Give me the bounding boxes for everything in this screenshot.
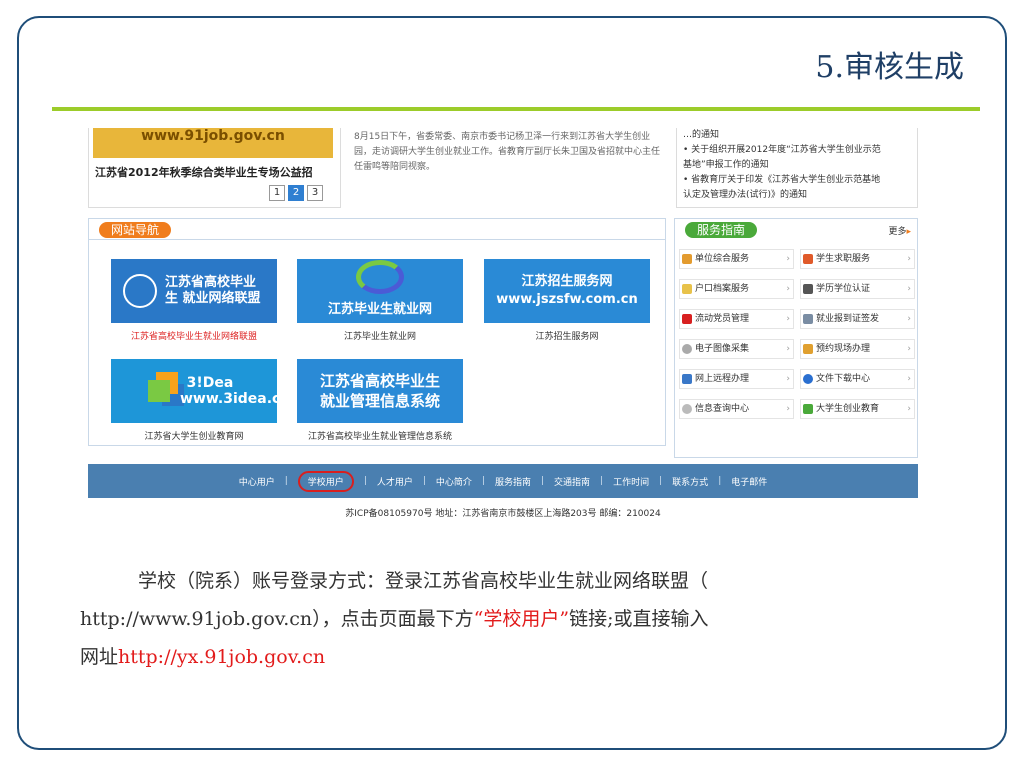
news-item[interactable]: …的通知 <box>683 128 911 143</box>
footer-link-contact[interactable]: 联系方式 <box>672 475 708 488</box>
title-divider <box>52 107 980 111</box>
site-logo: 江苏毕业生就业网 <box>297 259 463 323</box>
camera-icon <box>682 344 692 354</box>
site-link-employment-alliance[interactable]: 江苏省高校毕业生 就业网络联盟 江苏省高校毕业生就业网络联盟 <box>111 259 277 342</box>
instruction-line-2: http://www.91job.gov.cn），点击页面最下方 <box>80 608 474 630</box>
service-grid: 单位综合服务 › 学生求职服务 › 户口档案服务 › 学历学位认证 › 流动党员管理 › … <box>679 249 915 419</box>
pager-page-3[interactable]: 3 <box>307 185 323 201</box>
folder-icon <box>682 284 692 294</box>
home-icon <box>803 344 813 354</box>
service-panel-title: 服务指南 <box>685 222 758 238</box>
instruction-text: 学校（院系）账号登录方式：登录江苏省高校毕业生就业网络联盟（ http://ww… <box>80 562 960 676</box>
download-icon <box>803 374 813 384</box>
site-caption: 江苏毕业生就业网 <box>343 332 416 342</box>
direct-url[interactable]: http://yx.91job.gov.cn <box>118 646 325 668</box>
footer-link-traffic[interactable]: 交通指南 <box>554 475 590 488</box>
banner-card: www.91job.gov.cn 江苏省2012年秋季综合类毕业生专场公益招 1… <box>88 128 341 208</box>
site-caption: 江苏招生服务网 <box>535 332 599 342</box>
footer-link-email[interactable]: 电子邮件 <box>731 475 767 488</box>
more-link[interactable]: 更多▸ <box>888 224 911 237</box>
instruction-line-3: 网址 <box>80 646 119 668</box>
site-logo: 江苏省高校毕业生 就业网络联盟 <box>111 259 277 323</box>
banner-image[interactable]: www.91job.gov.cn <box>93 128 333 158</box>
service-item[interactable]: 单位综合服务 › <box>679 249 794 269</box>
cubes-icon <box>148 380 170 402</box>
slide-title: 5.审核生成 <box>815 50 964 85</box>
site-logo: 江苏省高校毕业生 就业管理信息系统 <box>297 359 463 423</box>
site-caption: 江苏省高校毕业生就业网络联盟 <box>130 332 257 342</box>
pager-page-1[interactable]: 1 <box>269 185 285 201</box>
news-item[interactable]: • 省教育厅关于印发《江苏省大学生创业示范基地 <box>683 173 911 188</box>
footer-link-center-user[interactable]: 中心用户 <box>239 475 275 488</box>
service-item[interactable]: 就业报到证签发 › <box>800 309 915 329</box>
service-item[interactable]: 学历学位认证 › <box>800 279 915 299</box>
service-guide-panel: 服务指南 更多▸ 单位综合服务 › 学生求职服务 › 户口档案服务 › 学历学位认证 ›… <box>674 218 918 458</box>
site-logo: 江苏招生服务网 www.jszsfw.com.cn <box>484 259 650 323</box>
news-summary: 8月15日下午，省委常委、南京市委书记杨卫泽一行来到江苏省大学生创业园，走访调研… <box>354 132 661 172</box>
emblem-icon <box>123 274 157 308</box>
document-icon <box>803 314 813 324</box>
site-link-employment-management[interactable]: 江苏省高校毕业生 就业管理信息系统 江苏省高校毕业生就业管理信息系统 <box>297 359 463 442</box>
service-item[interactable]: 网上远程办理 › <box>679 369 794 389</box>
footer-link-about[interactable]: 中心简介 <box>436 475 472 488</box>
site-logo: 3!Dea www.3idea.cn <box>111 359 290 423</box>
news-item[interactable]: 基地”申报工作的通知 <box>683 158 911 173</box>
person-icon <box>803 254 813 264</box>
nav-panel-title: 网站导航 <box>99 222 172 238</box>
certificate-icon <box>803 284 813 294</box>
magnifier-icon <box>682 404 692 414</box>
service-item[interactable]: 电子图像采集 › <box>679 339 794 359</box>
swirl-icon <box>356 260 404 294</box>
service-item[interactable]: 大学生创业教育 › <box>800 399 915 419</box>
footer-link-school-user[interactable]: 学校用户 <box>297 470 354 492</box>
site-link-entrepreneurship-edu[interactable]: 3!Dea www.3idea.cn 江苏省大学生创业教育网 <box>111 359 290 442</box>
site-caption: 江苏省大学生创业教育网 <box>144 432 244 442</box>
site-link-graduate-employment[interactable]: 江苏毕业生就业网 江苏毕业生就业网 <box>297 259 463 342</box>
party-emblem-icon <box>682 314 692 324</box>
school-user-highlight: “学校用户” <box>473 608 570 630</box>
arrow-right-icon: ▸ <box>906 227 911 237</box>
news-item[interactable]: 认定及管理办法(试行)》的通知 <box>683 188 911 203</box>
footer-copyright: 苏ICP备08105970号 地址：江苏省南京市鼓楼区上海路203号 邮编：21… <box>345 509 661 519</box>
footer-link-service-guide[interactable]: 服务指南 <box>495 475 531 488</box>
banner-caption[interactable]: 江苏省2012年秋季综合类毕业生专场公益招 <box>95 164 313 180</box>
banner-pager: 1 2 3 <box>269 185 323 201</box>
news-item[interactable]: • 关于组织开展2012年度“江苏省大学生创业示范 <box>683 143 911 158</box>
people-icon <box>682 254 692 264</box>
site-navigation-panel: 网站导航 江苏省高校毕业生 就业网络联盟 江苏省高校毕业生就业网络联盟 江苏毕业… <box>88 218 666 446</box>
service-item[interactable]: 流动党员管理 › <box>679 309 794 329</box>
service-item[interactable]: 信息查询中心 › <box>679 399 794 419</box>
nav-panel-header: 网站导航 <box>89 219 665 240</box>
monitor-icon <box>682 374 692 384</box>
footer-link-talent-user[interactable]: 人才用户 <box>377 475 413 488</box>
website-screenshot: www.91job.gov.cn 江苏省2012年秋季综合类毕业生专场公益招 1… <box>88 128 918 530</box>
footer-link-hours[interactable]: 工作时间 <box>613 475 649 488</box>
service-item[interactable]: 文件下载中心 › <box>800 369 915 389</box>
footer-nav: 中心用户 | 学校用户 | 人才用户 | 中心简介 | 服务指南 | 交通指南 … <box>88 464 918 498</box>
site-caption: 江苏省高校毕业生就业管理信息系统 <box>307 432 452 442</box>
instruction-line-1: 学校（院系）账号登录方式：登录江苏省高校毕业生就业网络联盟（ <box>138 570 709 592</box>
service-item[interactable]: 预约现场办理 › <box>800 339 915 359</box>
growth-chart-icon <box>803 404 813 414</box>
news-list: …的通知 • 关于组织开展2012年度“江苏省大学生创业示范 基地”申报工作的通… <box>676 128 918 208</box>
service-item[interactable]: 户口档案服务 › <box>679 279 794 299</box>
site-link-enrollment-service[interactable]: 江苏招生服务网 www.jszsfw.com.cn 江苏招生服务网 <box>484 259 650 342</box>
pager-page-2[interactable]: 2 <box>288 185 304 201</box>
service-item[interactable]: 学生求职服务 › <box>800 249 915 269</box>
instruction-line-2-end: 链接;或直接输入 <box>569 608 709 630</box>
